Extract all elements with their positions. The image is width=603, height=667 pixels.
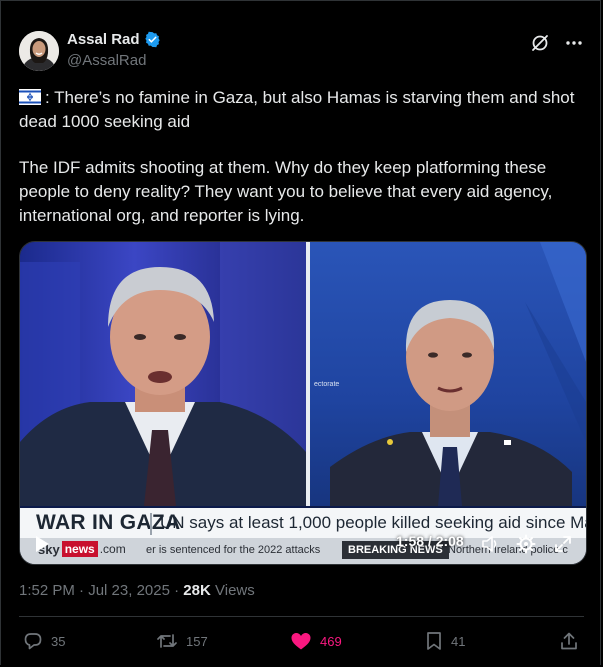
reply-button[interactable]: 35: [23, 631, 65, 651]
meta-dot-2: ·: [174, 582, 184, 599]
play-icon[interactable]: [32, 534, 52, 554]
like-count: 469: [320, 633, 342, 649]
volume-icon[interactable]: [480, 534, 500, 554]
studio-caption: ectorate: [314, 381, 339, 388]
bookmark-button[interactable]: 41: [425, 631, 465, 651]
bookmark-icon: [427, 632, 441, 650]
video-player[interactable]: ectorate WAR IN GAZA UN says at least 1,…: [19, 241, 587, 565]
tweet-paragraph-1: : There’s no famine in Gaza, but also Ha…: [19, 86, 589, 134]
grok-icon[interactable]: [530, 33, 550, 53]
tweet-time[interactable]: 1:52 PM: [19, 582, 75, 599]
tweet-header: Assal Rad @AssalRad: [19, 29, 584, 73]
tweet-paragraph-1-text: : There’s no famine in Gaza, but also Ha…: [19, 88, 575, 131]
reply-icon: [24, 633, 42, 650]
settings-gear-icon[interactable]: [516, 534, 536, 554]
heart-filled-icon: [291, 633, 311, 650]
header-actions: [530, 33, 584, 53]
views-count: 28K: [183, 582, 211, 599]
views-label: Views: [215, 582, 255, 599]
avatar[interactable]: [19, 31, 59, 71]
bookmark-count: 41: [451, 633, 466, 649]
video-left-panel: [20, 242, 306, 506]
share-icon: [561, 632, 577, 650]
video-timecode: 1:58 / 2:08: [396, 533, 464, 549]
repost-button[interactable]: 157: [156, 631, 208, 651]
author-display-name[interactable]: Assal Rad: [67, 31, 140, 48]
tweet-meta: 1:52 PM · Jul 23, 2025 · 28K Views: [19, 582, 255, 599]
meta-dot-1: ·: [79, 582, 89, 599]
tweet-card: Assal Rad @AssalRad: There’s no famine …: [0, 0, 601, 665]
share-button[interactable]: [559, 631, 579, 651]
like-button[interactable]: 469: [290, 631, 342, 651]
divider: [19, 616, 584, 617]
fullscreen-icon[interactable]: [553, 534, 573, 554]
tweet-action-bar: 35 157 469 41: [19, 629, 584, 657]
tweet-date[interactable]: Jul 23, 2025: [88, 582, 170, 599]
verified-badge-icon: [144, 31, 161, 48]
more-icon[interactable]: [564, 33, 584, 53]
video-controls: 1:58 / 2:08: [20, 528, 586, 564]
tweet-paragraph-2: The IDF admits shooting at them. Why do …: [19, 158, 553, 225]
tweet-text: : There’s no famine in Gaza, but also Ha…: [19, 86, 589, 228]
reply-count: 35: [51, 633, 66, 649]
israel-flag-icon: [19, 89, 41, 105]
author-block: Assal Rad @AssalRad: [67, 31, 161, 69]
author-handle[interactable]: @AssalRad: [67, 52, 161, 69]
repost-icon: [157, 634, 177, 648]
video-right-panel: ectorate: [310, 242, 586, 506]
repost-count: 157: [186, 633, 208, 649]
